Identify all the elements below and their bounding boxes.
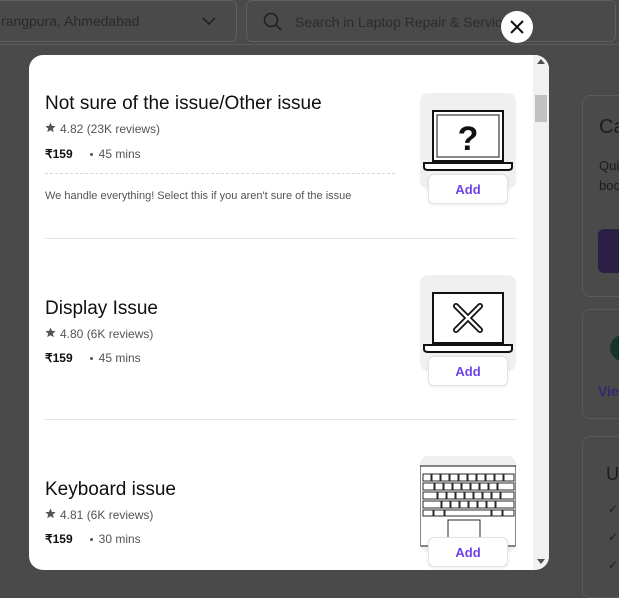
section-divider <box>45 419 517 420</box>
check-icon: ✓ <box>608 558 619 572</box>
rating-text: 4.80 (6K reviews) <box>60 327 154 341</box>
separator-dot <box>89 152 93 156</box>
card-text: Qui <box>599 158 619 173</box>
check-icon: ✓ <box>608 502 619 516</box>
service-price: ₹159 <box>45 147 73 161</box>
location-text: rangpura, Ahmedabad <box>1 13 140 29</box>
service-price: ₹159 <box>45 532 73 546</box>
star-icon <box>45 508 56 522</box>
check-icon: ✓ <box>608 530 619 544</box>
search-placeholder: Search in Laptop Repair & Services <box>295 14 517 30</box>
service-meta: ₹159 45 mins <box>45 147 141 161</box>
search-icon <box>263 12 283 37</box>
background-heading: U <box>606 464 619 484</box>
add-button[interactable]: Add <box>428 174 508 204</box>
service-title: Display Issue <box>45 298 158 319</box>
background-card <box>582 309 619 419</box>
close-button[interactable] <box>501 11 533 43</box>
rating-text: 4.82 (23K reviews) <box>60 122 161 136</box>
service-description: We handle everything! Select this if you… <box>45 190 352 202</box>
card-title: Ca <box>599 116 619 138</box>
separator-dot <box>89 356 93 360</box>
background-card <box>582 436 619 598</box>
service-duration: 45 mins <box>98 351 141 365</box>
close-icon <box>510 20 524 34</box>
search-input[interactable]: Search in Laptop Repair & Services <box>246 0 616 42</box>
star-icon <box>45 327 56 341</box>
chevron-down-icon <box>201 13 217 34</box>
service-rating: 4.81 (6K reviews) <box>45 508 153 522</box>
add-button[interactable]: Add <box>428 356 508 386</box>
scroll-down-arrow-icon[interactable] <box>537 559 545 564</box>
separator-dot <box>89 537 93 541</box>
rating-text: 4.81 (6K reviews) <box>60 508 154 522</box>
location-selector[interactable]: rangpura, Ahmedabad <box>0 0 237 42</box>
service-meta: ₹159 45 mins <box>45 351 141 365</box>
service-list[interactable]: Not sure of the issue/Other issue 4.82 (… <box>29 55 533 570</box>
service-rating: 4.80 (6K reviews) <box>45 327 153 341</box>
background-button <box>598 229 619 273</box>
service-rating: 4.82 (23K reviews) <box>45 122 160 136</box>
service-duration: 30 mins <box>98 532 141 546</box>
service-price: ₹159 <box>45 351 73 365</box>
scrollbar-thumb[interactable] <box>535 95 547 122</box>
service-modal: Not sure of the issue/Other issue 4.82 (… <box>29 55 549 570</box>
star-icon <box>45 122 56 136</box>
service-meta: ₹159 30 mins <box>45 532 141 546</box>
service-title: Keyboard issue <box>45 479 176 500</box>
dashed-divider <box>45 173 395 174</box>
section-divider <box>45 238 517 239</box>
scrollbar[interactable] <box>533 55 549 570</box>
card-text: boo <box>599 178 619 193</box>
add-button[interactable]: Add <box>428 537 508 567</box>
service-duration: 45 mins <box>98 147 141 161</box>
svg-text:?: ? <box>458 120 479 158</box>
service-title: Not sure of the issue/Other issue <box>45 93 322 114</box>
scroll-up-arrow-icon[interactable] <box>537 59 545 64</box>
background-link: Vie <box>598 383 619 399</box>
